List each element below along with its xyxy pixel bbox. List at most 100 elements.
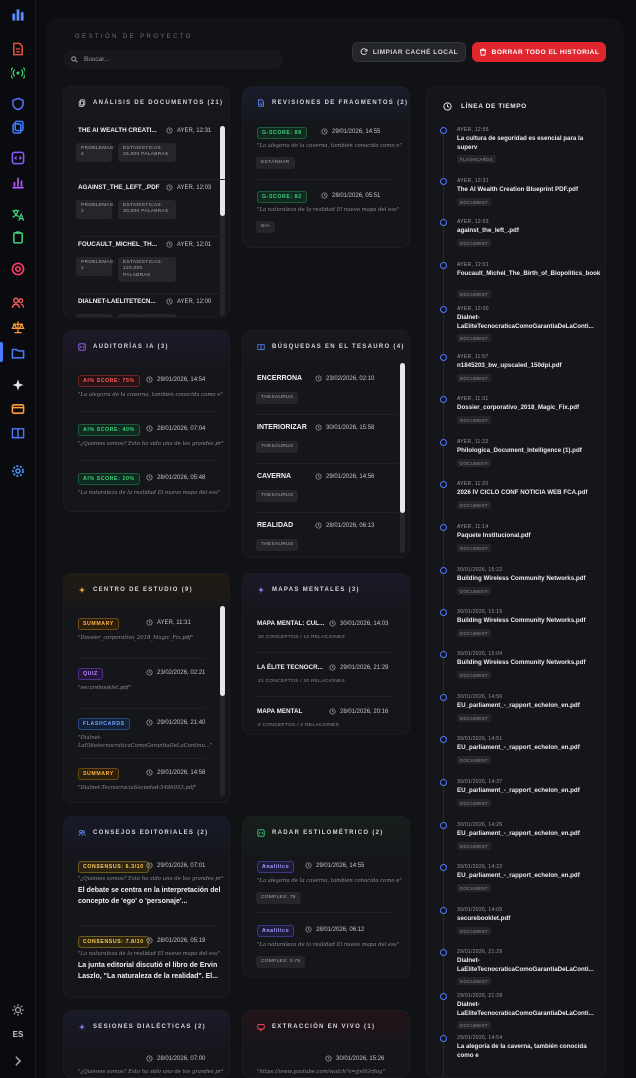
item-date: 23/02/2026, 02:10 — [315, 375, 374, 382]
item-date-text: 28/01/2026, 07:04 — [157, 425, 206, 432]
timeline-tag: DOCUMENT — [457, 198, 492, 206]
timeline-item[interactable]: AYER, 11:31 Dossier_corporativo_2018_Magi… — [427, 396, 605, 436]
book-nav[interactable] — [11, 426, 25, 440]
timeline-item[interactable]: 29/01/2026, 21:29 Dialnet-LaEliteTecnocra… — [427, 949, 605, 989]
item-divider — [78, 411, 215, 412]
list-item[interactable]: FLASHCARDS 29/01/2026, 21:40 "Dialnet-LaEl… — [78, 718, 215, 766]
list-item[interactable]: CONSENSUS: 7.8/10 28/01/2026, 05:19 "La na… — [78, 936, 220, 997]
timeline-item[interactable]: 30/01/2026, 15:04 Building Wireless Commu… — [427, 651, 605, 691]
sparkle-icon — [78, 586, 86, 594]
timeline-item[interactable]: AYER, 11:20 2026 IV CICLO CONF NOTICIA WE… — [427, 481, 605, 521]
list-item[interactable]: REALIDAD 28/01/2026, 06:13 THESAURUS — [256, 522, 395, 557]
timeline-dot — [440, 354, 447, 361]
list-item[interactable]: Analítico 28/01/2026, 06:12 "La naturaleza… — [256, 925, 399, 977]
list-item[interactable]: CONSENSUS: 6.3/10 29/01/2026, 07:01 "¿Quié… — [78, 861, 224, 933]
timeline-name: Building Wireless Community Networks.pdf — [457, 659, 586, 666]
timeline-item[interactable]: AYER, 12:00 Dialnet-LaEliteTecnocraticaCo… — [427, 306, 605, 346]
list-item[interactable]: 28/01/2026, 07:00 "¿Quiénes somos? Esto h… — [78, 1055, 224, 1077]
target-nav[interactable] — [11, 262, 25, 276]
clipboard-nav[interactable] — [11, 230, 25, 244]
language-toggle[interactable]: ES — [0, 1030, 36, 1039]
timeline-item[interactable]: AYER, 12:31 The AI Wealth Creation Bluepr… — [427, 178, 605, 218]
sun-nav[interactable] — [11, 1003, 25, 1017]
timeline-tag: DOCUMENT — [457, 799, 492, 807]
scrollbar[interactable] — [400, 363, 405, 553]
timeline-item[interactable]: AYER, 11:14 Paquete Institucional.pdf DOCU… — [427, 524, 605, 564]
list-item[interactable]: QUIZ 23/02/2026, 02:21 "securebooklet.pdf" — [78, 668, 215, 716]
search-input[interactable]: Buscar... — [63, 50, 283, 69]
bar-chart-icon — [12, 177, 24, 189]
list-item[interactable]: AI% SCORE: 40% 28/01/2026, 07:04 "¿Quiénes… — [78, 424, 224, 470]
item-badge: QUIZ — [78, 668, 103, 680]
timeline-item[interactable]: 30/01/2026, 15:22 Building Wireless Commu… — [427, 567, 605, 607]
sparkle-nav[interactable] — [11, 378, 25, 392]
timeline-tag: DOCUMENT — [457, 501, 492, 509]
list-item[interactable]: G-SCORE: 82 28/01/2026, 05:51 "La naturale… — [256, 191, 399, 247]
card-title: MAPAS MENTALES (3) — [257, 586, 360, 594]
users-nav[interactable] — [11, 296, 25, 310]
mindmap-name: LA ÉLITE TECNOCR... — [257, 664, 323, 671]
list-item[interactable]: LA ÉLITE TECNOCR... 29/01/2026, 21:29 21 C… — [257, 664, 395, 704]
logo-icon — [12, 9, 24, 21]
problems-chip: PROBLEMAS: — [76, 314, 112, 317]
translate-nav[interactable] — [11, 208, 25, 222]
timeline-item[interactable]: 30/01/2026, 14:26 EU_parliament_-_rapport… — [427, 822, 605, 862]
timeline-tag: DOCUMENT — [457, 629, 492, 637]
card-title: SESIONES DIALÉCTICAS (2) — [78, 1023, 206, 1031]
document-nav[interactable] — [11, 42, 25, 56]
folder-nav[interactable] — [11, 346, 25, 360]
chevron-right-nav[interactable] — [11, 1054, 25, 1068]
scrollbar-thumb[interactable] — [400, 363, 405, 513]
scale-nav[interactable] — [11, 320, 25, 334]
timeline-item[interactable]: 30/01/2026, 14:37 EU_parliament_-_rapport… — [427, 779, 605, 819]
scrollbar-thumb[interactable] — [220, 606, 225, 696]
scrollbar[interactable] — [220, 606, 225, 796]
list-item[interactable]: DIALNET-LAELITETECN... AYER, 12:00 PROBLEM… — [76, 298, 215, 317]
shield-nav[interactable] — [11, 97, 25, 111]
timeline-item[interactable]: AYER, 12:03 against_the_left_.pdf DOCUMENT — [427, 219, 605, 259]
list-item[interactable]: G-SCORE: 88 29/01/2026, 14:55 "La alegoría… — [256, 127, 402, 187]
item-divider — [78, 925, 215, 926]
timeline-item[interactable]: 30/01/2026, 15:15 Building Wireless Commu… — [427, 609, 605, 649]
thesaurus-word: ENCERRONA — [257, 375, 303, 382]
bar-chart-nav[interactable] — [11, 175, 25, 189]
timeline-item[interactable]: AYER, 11:57 n1845203_bw_upscaled_150dpi.p… — [427, 354, 605, 394]
card-nav[interactable] — [11, 402, 25, 416]
list-item[interactable]: AI% SCORE: 75% 29/01/2026, 14:54 "La alego… — [78, 375, 223, 421]
settings-nav[interactable] — [11, 464, 25, 478]
timeline-dot — [440, 219, 447, 226]
scrollbar[interactable] — [220, 126, 225, 316]
list-item[interactable]: INTERIORIZAR 30/01/2026, 15:58 THESAURUS — [256, 424, 397, 470]
timeline-item[interactable]: 29/01/2026, 14:54 La alegoría de la caver… — [427, 1035, 605, 1075]
list-item[interactable]: THE AI WEALTH CREATI... AYER, 12:31 PROBLE… — [76, 127, 225, 183]
timeline-item[interactable]: 30/01/2026, 14:56 EU_parliament_-_rapport… — [427, 694, 605, 734]
scrollbar-thumb[interactable] — [220, 126, 225, 216]
list-item[interactable]: SUMMARY AYER, 11:31 "Dossier_corporativo_2… — [78, 618, 215, 666]
logo-nav[interactable] — [11, 8, 25, 22]
timeline-item[interactable]: 29/01/2026, 21:28 Dialnet-LaEliteTecnocra… — [427, 993, 605, 1033]
timeline-item[interactable]: 30/01/2026, 14:22 EU_parliament_-_rapport… — [427, 864, 605, 904]
list-item[interactable]: SUMMARY 29/01/2026, 14:58 "Dialnet-Tecnocr… — [78, 768, 215, 802]
list-item[interactable]: CAVERNA 29/01/2026, 14:56 THESAURUS — [256, 473, 397, 519]
timeline-item[interactable]: AYER, 11:22 Philologica_Document_Intellig… — [427, 439, 605, 479]
delete-history-button[interactable]: BORRAR TODO EL HISTORIAL — [472, 42, 606, 62]
item-date-text: AYER, 12:31 — [177, 127, 212, 134]
list-item[interactable]: ENCERRONA 23/02/2026, 02:10 THESAURUS — [256, 375, 397, 421]
broadcast-nav[interactable] — [11, 66, 25, 80]
list-item[interactable]: MAPA MENTAL 28/01/2026, 20:16 0 CONCEPTOS … — [257, 708, 395, 734]
timeline-item[interactable]: AYER, 12:01 Foucault_Michel_The_Birth_of_… — [427, 262, 605, 302]
list-item[interactable]: AI% SCORE: 20% 28/01/2026, 05:48 "La natur… — [78, 473, 220, 511]
code-nav[interactable] — [11, 151, 25, 165]
clear-cache-button[interactable]: LIMPIAR CACHÉ LOCAL — [352, 42, 466, 62]
thesaurus-word: CAVERNA — [257, 473, 292, 480]
timeline-date: 30/01/2026, 15:04 — [457, 651, 503, 657]
list-item[interactable]: 30/01/2026, 15:26 "https://www.youtube.co… — [257, 1055, 395, 1077]
list-item[interactable]: AGAINST_THE_LEFT_.PDF AYER, 12:03 PROBLEMA… — [76, 184, 225, 240]
copy-nav[interactable] — [11, 120, 25, 134]
timeline-item[interactable]: AYER, 12:55 La cultura de seguridad es es… — [427, 127, 605, 167]
timeline-item[interactable]: 30/01/2026, 14:51 EU_parliament_-_rapport… — [427, 736, 605, 776]
list-item[interactable]: FOUCAULT_MICHEL_TH... AYER, 12:01 PROBLEMA… — [76, 241, 225, 297]
list-item[interactable]: Analítico 29/01/2026, 14:55 "La alegoría d… — [256, 861, 402, 919]
timeline-item[interactable]: 30/01/2026, 14:05 securebooklet.pdf DOCUME… — [427, 907, 605, 947]
list-item[interactable]: MAPA MENTAL: CUL... 30/01/2026, 14:03 20 C… — [257, 620, 395, 660]
